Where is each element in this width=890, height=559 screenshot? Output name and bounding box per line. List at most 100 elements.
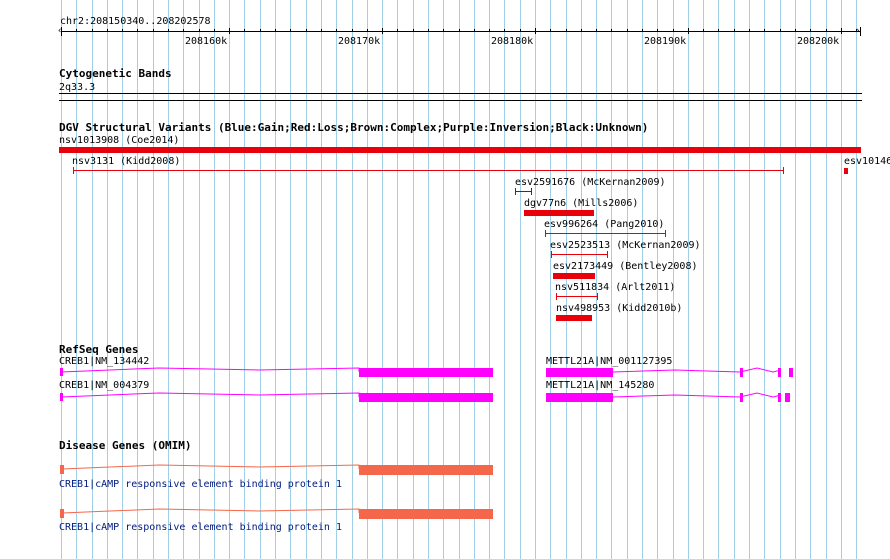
- ruler-minor-tick: [199, 29, 200, 32]
- ruler-minor-tick: [76, 29, 77, 32]
- ruler-minor-tick: [321, 29, 322, 32]
- dgv-feature-label: nsv1013908 (Coe2014): [59, 135, 180, 146]
- grid-line: [841, 0, 842, 559]
- gene-model[interactable]: [59, 366, 494, 378]
- gene-label: METTL21A|NM_145280: [546, 380, 655, 391]
- ruler-minor-tick: [92, 29, 93, 32]
- gene-model[interactable]: [545, 391, 797, 403]
- ruler-axis: [61, 31, 860, 32]
- cytoband-rule-top: [59, 93, 862, 94]
- dgv-feature-bar[interactable]: [556, 315, 592, 321]
- ruler-minor-tick: [413, 29, 414, 32]
- cytoband-track-title[interactable]: Cytogenetic Bands: [59, 68, 172, 80]
- ruler-minor-tick: [260, 29, 261, 32]
- ruler-minor-tick: [611, 29, 612, 32]
- ruler-minor-tick: [764, 29, 765, 32]
- omim-gene-description[interactable]: CREB1|cAMP responsive element binding pr…: [59, 479, 342, 490]
- location-label: chr2:208150340..208202578: [60, 16, 211, 27]
- dgv-feature-label: nsv498953 (Kidd2010b): [556, 303, 683, 314]
- ruler-major-tick: [841, 28, 842, 34]
- dgv-feature-line[interactable]: [551, 254, 608, 255]
- ruler-minor-tick: [520, 29, 521, 32]
- ruler-minor-tick: [856, 29, 857, 32]
- ruler-major-tick: [535, 28, 536, 34]
- dgv-feature-end-tick: [556, 293, 557, 300]
- dgv-feature-label: dgv77n6 (Mills2006): [524, 198, 639, 209]
- ruler-minor-tick: [734, 29, 735, 32]
- ruler-minor-tick: [290, 29, 291, 32]
- ruler-tick-label: 208170k: [338, 36, 381, 47]
- dgv-feature-end-tick: [531, 188, 532, 195]
- ruler-minor-tick: [566, 29, 567, 32]
- grid-line: [627, 0, 628, 559]
- gene-model[interactable]: [545, 366, 797, 378]
- omim-gene-model[interactable]: [59, 462, 494, 476]
- dgv-feature-label: esv996264 (Pang2010): [544, 219, 665, 230]
- ruler-minor-tick: [275, 29, 276, 32]
- ruler-minor-tick: [168, 29, 169, 32]
- dgv-feature-end-tick: [665, 230, 666, 237]
- ruler-minor-tick: [550, 29, 551, 32]
- ruler-tick-label: 208180k: [491, 36, 534, 47]
- cytoband-label: 2q33.3: [59, 82, 96, 93]
- omim-gene-description[interactable]: CREB1|cAMP responsive element binding pr…: [59, 522, 342, 533]
- ruler-minor-tick: [214, 29, 215, 32]
- omim-gene-model[interactable]: [59, 506, 494, 520]
- ruler-minor-tick: [367, 29, 368, 32]
- grid-line: [734, 0, 735, 559]
- ruler-minor-tick: [673, 29, 674, 32]
- ruler-minor-tick: [183, 29, 184, 32]
- dgv-feature-label: esv2591676 (McKernan2009): [515, 177, 666, 188]
- ruler-minor-tick: [122, 29, 123, 32]
- gene-model[interactable]: [59, 391, 494, 403]
- dgv-feature-line[interactable]: [545, 233, 666, 234]
- ruler-tick-label: 208190k: [644, 36, 687, 47]
- grid-line: [566, 0, 567, 559]
- dgv-feature-line[interactable]: [515, 191, 532, 192]
- dgv-feature-label: esv2523513 (McKernan2009): [550, 240, 701, 251]
- dgv-feature-label: nsv3131 (Kidd2008): [72, 156, 181, 167]
- dgv-feature-end-tick: [545, 230, 546, 237]
- grid-line: [826, 0, 827, 559]
- dgv-track-title[interactable]: DGV Structural Variants (Blue:Gain;Red:L…: [59, 122, 648, 134]
- grid-line: [535, 0, 536, 559]
- dgv-feature-bar[interactable]: [524, 210, 594, 216]
- ruler-minor-tick: [504, 29, 505, 32]
- ruler-major-tick: [229, 28, 230, 34]
- ruler-minor-tick: [61, 29, 62, 32]
- gene-label: CREB1|NM_004379: [59, 380, 150, 391]
- dgv-feature-line[interactable]: [556, 296, 598, 297]
- ruler-minor-tick: [749, 29, 750, 32]
- dgv-feature-bar[interactable]: [844, 168, 848, 174]
- dgv-feature-line[interactable]: [73, 170, 784, 171]
- grid-line: [581, 0, 582, 559]
- genome-browser-panel: chr2:208150340..208202578 › ‹ 208160k 208…: [0, 0, 890, 559]
- ruler-minor-tick: [627, 29, 628, 32]
- dgv-feature-end-tick: [783, 167, 784, 174]
- grid-line: [520, 0, 521, 559]
- dgv-feature-label: esv2173449 (Bentley2008): [553, 261, 698, 272]
- ruler-minor-tick: [826, 29, 827, 32]
- grid-line: [780, 0, 781, 559]
- grid-line: [764, 0, 765, 559]
- refseq-track-title[interactable]: RefSeq Genes: [59, 344, 138, 356]
- omim-track-title[interactable]: Disease Genes (OMIM): [59, 440, 191, 452]
- ruler-minor-tick: [795, 29, 796, 32]
- ruler-minor-tick: [352, 29, 353, 32]
- dgv-feature-bar[interactable]: [59, 147, 861, 153]
- dgv-feature-end-tick: [607, 251, 608, 258]
- grid-line: [596, 0, 597, 559]
- grid-line: [642, 0, 643, 559]
- ruler-minor-tick: [642, 29, 643, 32]
- ruler-minor-tick: [780, 29, 781, 32]
- dgv-feature-bar[interactable]: [553, 273, 595, 279]
- ruler-major-tick: [382, 28, 383, 34]
- dgv-feature-end-tick: [515, 188, 516, 195]
- cytoband-rule-bottom: [59, 100, 862, 101]
- ruler-tick-label: 208200k: [797, 36, 840, 47]
- ruler-minor-tick: [443, 29, 444, 32]
- ruler-minor-tick: [703, 29, 704, 32]
- grid-line: [703, 0, 704, 559]
- dgv-feature-label: esv10146: [844, 156, 890, 167]
- ruler-minor-tick: [107, 29, 108, 32]
